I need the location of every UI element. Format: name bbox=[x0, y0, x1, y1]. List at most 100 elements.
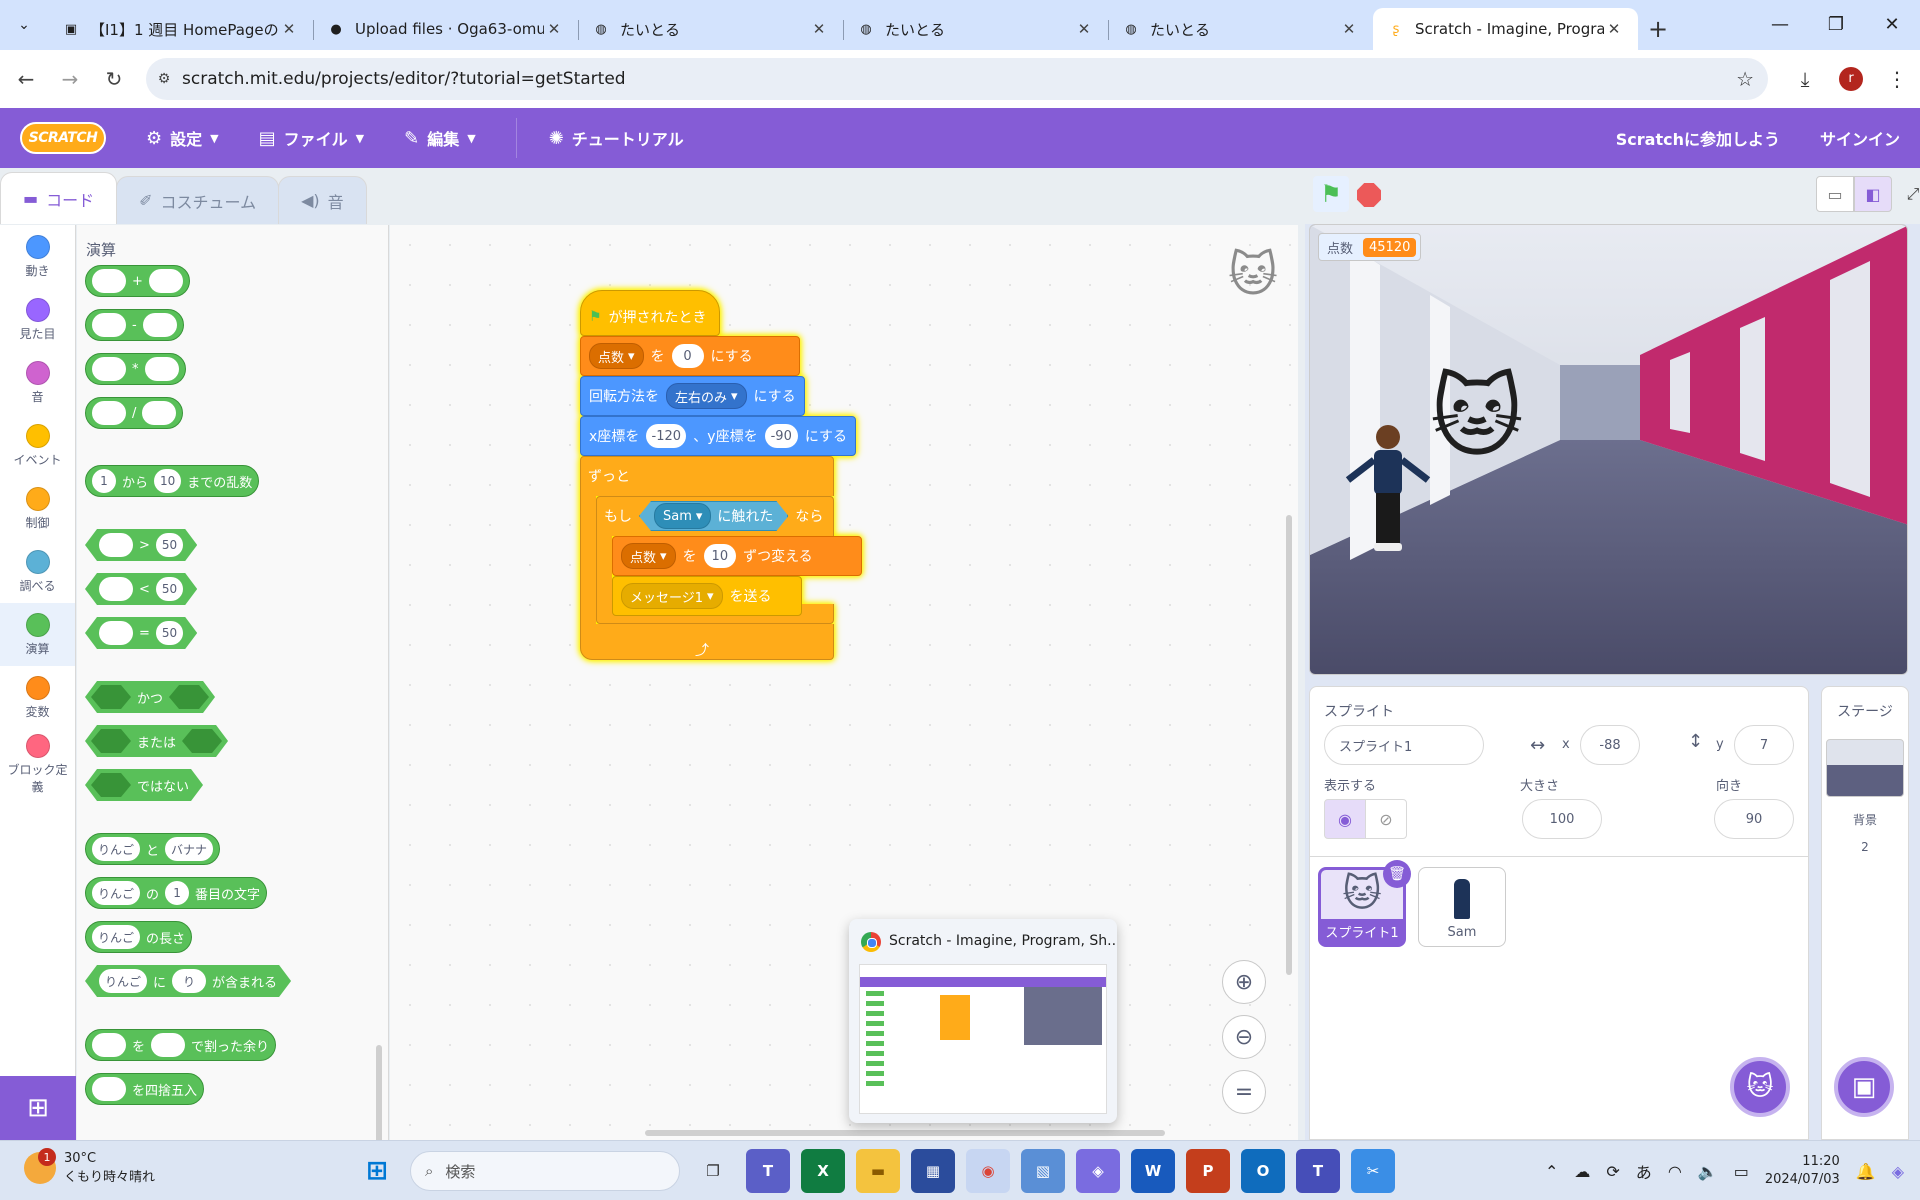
input-slot[interactable] bbox=[144, 357, 179, 381]
input-slot[interactable] bbox=[92, 401, 126, 425]
site-info-icon[interactable]: ⚙ bbox=[146, 71, 182, 87]
teams-icon[interactable]: T bbox=[746, 1149, 790, 1193]
message-dropdown[interactable]: メッセージ1 ▾ bbox=[621, 583, 723, 609]
start-icon[interactable]: ⊞ bbox=[355, 1149, 399, 1193]
small-stage-button[interactable]: ▭ bbox=[1816, 176, 1854, 212]
close-window-icon[interactable]: ✕ bbox=[1864, 0, 1920, 48]
minimize-icon[interactable]: — bbox=[1752, 0, 1808, 48]
reload-icon[interactable]: ↻ bbox=[96, 61, 132, 97]
bool-slot[interactable] bbox=[91, 685, 131, 709]
input-slot[interactable]: 50 bbox=[156, 533, 183, 557]
tab-code[interactable]: ▬ コード bbox=[0, 172, 118, 224]
tab-search-icon[interactable]: ⌄ bbox=[0, 0, 48, 50]
block-equals[interactable]: = 50 bbox=[85, 617, 197, 649]
category-sound[interactable]: 音 bbox=[0, 351, 75, 414]
category-motion[interactable]: 動き bbox=[0, 225, 75, 288]
input-slot[interactable]: りんご bbox=[92, 881, 141, 905]
close-tab-icon[interactable]: ✕ bbox=[1074, 20, 1094, 38]
clock[interactable]: 11:20 2024/07/03 bbox=[1765, 1153, 1840, 1189]
task-view-icon[interactable]: ❐ bbox=[691, 1149, 735, 1193]
block-join[interactable]: りんごとバナナ bbox=[85, 833, 221, 865]
copilot-icon[interactable]: ◈ bbox=[1076, 1149, 1120, 1193]
if-touching-block[interactable]: もし Sam ▾ に触れた なら bbox=[596, 496, 831, 536]
block-less-than[interactable]: <50 bbox=[85, 573, 197, 605]
stop-button[interactable] bbox=[1357, 183, 1381, 207]
sync-icon[interactable]: ⟳ bbox=[1606, 1162, 1619, 1181]
block-and[interactable]: かつ bbox=[85, 681, 215, 713]
broadcast-block[interactable]: メッセージ1 ▾ を送る bbox=[612, 576, 802, 616]
block-round[interactable]: を四捨五入 bbox=[85, 1073, 205, 1105]
tutorial-menu[interactable]: ✺ チュートリアル bbox=[549, 126, 684, 150]
bookmark-star-icon[interactable]: ☆ bbox=[1736, 67, 1754, 91]
input-slot[interactable]: 1 bbox=[165, 881, 190, 905]
tab-sounds[interactable]: ◀) 音 bbox=[278, 176, 367, 224]
variable-dropdown[interactable]: 点数 ▾ bbox=[621, 543, 676, 569]
sprite-dropdown[interactable]: Sam ▾ bbox=[654, 503, 711, 529]
y-field[interactable]: 7 bbox=[1734, 725, 1794, 765]
word-icon[interactable]: W bbox=[1131, 1149, 1175, 1193]
outlook-icon[interactable]: O bbox=[1241, 1149, 1285, 1193]
volume-icon[interactable]: 🔈 bbox=[1698, 1162, 1718, 1181]
input-slot[interactable]: 10 bbox=[154, 469, 182, 493]
input-slot[interactable]: バナナ bbox=[165, 837, 214, 861]
close-tab-icon[interactable]: ✕ bbox=[279, 20, 299, 38]
block-not[interactable]: ではない bbox=[85, 769, 203, 801]
zoom-reset-button[interactable]: = bbox=[1222, 1070, 1266, 1114]
restore-icon[interactable]: ❐ bbox=[1808, 0, 1864, 48]
tab-hover-preview[interactable]: Scratch - Imagine, Program, Sh... bbox=[849, 919, 1117, 1123]
choose-sprite-button[interactable]: 🐱 bbox=[1730, 1057, 1790, 1117]
script-workspace[interactable]: 🐱 ⚑ が押されたとき 点数 ▾ を 0 にする 回転方法を 左右のみ ▾ にする x座標を -1… bbox=[390, 225, 1298, 1140]
category-control[interactable]: 制御 bbox=[0, 477, 75, 540]
stage-selector[interactable]: ステージ 背景 2 ▣ bbox=[1821, 686, 1909, 1140]
touching-condition[interactable]: Sam ▾ に触れた bbox=[639, 501, 788, 531]
hide-sprite-button[interactable]: ⊘ bbox=[1365, 799, 1407, 839]
new-tab-button[interactable]: + bbox=[1638, 8, 1678, 50]
block-subtract[interactable]: - bbox=[85, 309, 184, 341]
category-operators[interactable]: 演算 bbox=[0, 603, 75, 666]
input-slot[interactable] bbox=[92, 1033, 126, 1057]
close-tab-icon[interactable]: ✕ bbox=[1339, 20, 1359, 38]
tab-costumes[interactable]: ✐ コスチューム bbox=[116, 176, 280, 224]
set-variable-block[interactable]: 点数 ▾ を 0 にする bbox=[580, 336, 800, 376]
category-sensing[interactable]: 調べる bbox=[0, 540, 75, 603]
value-input[interactable]: 0 bbox=[671, 344, 704, 368]
show-sprite-button[interactable]: ◉ bbox=[1324, 799, 1366, 839]
browser-tab[interactable]: ▣ 【I1】1 週目 HomePageの作 ✕ bbox=[48, 8, 313, 50]
block-or[interactable]: または bbox=[85, 725, 228, 757]
signin-link[interactable]: サインイン bbox=[1820, 126, 1900, 150]
block-multiply[interactable]: * bbox=[85, 353, 186, 385]
settings-menu[interactable]: ⚙ 設定 ▼ bbox=[146, 126, 219, 150]
zoom-in-button[interactable]: ⊕ bbox=[1222, 960, 1266, 1004]
powerpoint-icon[interactable]: P bbox=[1186, 1149, 1230, 1193]
input-slot[interactable]: りんご bbox=[92, 925, 141, 949]
join-scratch-link[interactable]: Scratchに参加しよう bbox=[1616, 126, 1780, 150]
input-slot[interactable] bbox=[92, 357, 126, 381]
when-flag-clicked-block[interactable]: ⚑ が押されたとき bbox=[580, 290, 720, 336]
zoom-out-button[interactable]: ⊖ bbox=[1222, 1015, 1266, 1059]
workspace-horizontal-scrollbar[interactable] bbox=[645, 1130, 1165, 1136]
bool-slot[interactable] bbox=[91, 773, 131, 797]
block-greater-than[interactable]: >50 bbox=[85, 529, 197, 561]
green-flag-button[interactable]: ⚑ bbox=[1313, 176, 1349, 212]
input-slot[interactable]: り bbox=[172, 969, 206, 993]
change-variable-block[interactable]: 点数 ▾ を 10 ずつ変える bbox=[612, 536, 862, 576]
chevron-up-icon[interactable]: ⌃ bbox=[1545, 1162, 1558, 1181]
rotation-dropdown[interactable]: 左右のみ ▾ bbox=[666, 383, 747, 409]
input-slot[interactable] bbox=[92, 1077, 126, 1101]
photos-icon[interactable]: ▧ bbox=[1021, 1149, 1065, 1193]
block-divide[interactable]: / bbox=[85, 397, 184, 429]
input-slot[interactable]: りんご bbox=[92, 837, 141, 861]
input-slot[interactable] bbox=[142, 401, 177, 425]
block-random[interactable]: 1 から 10 までの乱数 bbox=[85, 465, 260, 497]
battery-icon[interactable]: ▭ bbox=[1734, 1162, 1749, 1181]
url-bar[interactable]: ⚙ scratch.mit.edu/projects/editor/?tutor… bbox=[146, 58, 1768, 100]
copilot-tray-icon[interactable]: ◈ bbox=[1892, 1162, 1904, 1181]
file-menu[interactable]: ▤ ファイル ▼ bbox=[259, 126, 365, 150]
browser-tab[interactable]: ◍ たいとる ✕ bbox=[843, 8, 1108, 50]
block-letter-of[interactable]: りんごの 1 番目の文字 bbox=[85, 877, 268, 909]
input-slot[interactable] bbox=[92, 269, 126, 293]
block-add[interactable]: + bbox=[85, 265, 190, 297]
taskbar-search[interactable]: ⌕ 検索 bbox=[410, 1151, 680, 1191]
script-stack[interactable]: ⚑ が押されたとき 点数 ▾ を 0 にする 回転方法を 左右のみ ▾ にする x座標を -120… bbox=[580, 290, 870, 690]
variable-monitor[interactable]: 点数 45120 bbox=[1318, 233, 1422, 261]
